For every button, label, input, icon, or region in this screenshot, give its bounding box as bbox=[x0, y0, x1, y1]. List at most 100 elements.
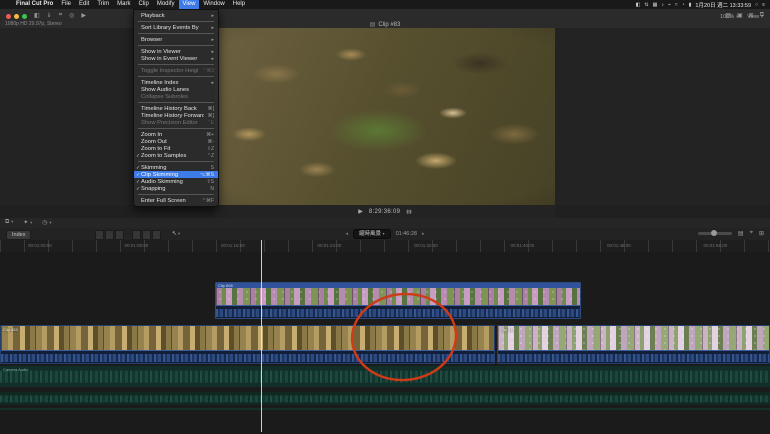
menu-item-show-audio-lanes[interactable]: Show Audio Lanes bbox=[134, 86, 218, 93]
library-toolbar: ◧ ⇓ ⌗ ◎ ▶ bbox=[34, 12, 86, 19]
menu-item-zoom-to-fit[interactable]: Zoom to Fit ⇧Z bbox=[134, 145, 218, 152]
menu-item-show-in-event-viewer[interactable]: Show in Event Viewer ▸ bbox=[134, 55, 218, 62]
ruler-label: 00:01:48:00 bbox=[607, 243, 631, 248]
clip-name-label: Clip 512 bbox=[500, 327, 515, 332]
effects-wand-icon[interactable]: ✦▼ bbox=[23, 219, 33, 226]
viewer-zoom-dropdown[interactable]: 100%▼ bbox=[720, 14, 739, 20]
previous-project-icon[interactable]: ◂ bbox=[345, 231, 348, 237]
playhead[interactable] bbox=[261, 240, 262, 432]
menubar-item-help[interactable]: Help bbox=[229, 0, 249, 9]
sync-icon[interactable]: ⇅ bbox=[644, 2, 648, 8]
menu-item-snapping[interactable]: ✓ Snapping N bbox=[134, 185, 218, 192]
menu-item-playback[interactable]: Playback ▸ bbox=[134, 12, 218, 19]
background-tasks-icon[interactable]: ◎ bbox=[69, 12, 74, 19]
notification-center-icon[interactable]: ≡ bbox=[762, 2, 765, 8]
view-menu: Playback ▸ Sort Library Events By ▸ Browser ▸… bbox=[133, 9, 219, 207]
menu-item-enter-full-screen[interactable]: Enter Full Screen ⌃⌘F bbox=[134, 197, 218, 204]
viewer-title: ▤ Clip #83 bbox=[369, 22, 401, 28]
time-machine-icon[interactable]: ◔ bbox=[682, 2, 685, 8]
menu-item-timeline-history-back[interactable]: Timeline History Back ⌘[ bbox=[134, 105, 218, 112]
battery-icon[interactable]: ▮ bbox=[689, 2, 692, 8]
import-media-icon[interactable]: ⇓ bbox=[47, 12, 52, 19]
timeline-zoom-slider[interactable] bbox=[697, 230, 732, 236]
ruler-label: 00:01:32:00 bbox=[414, 243, 438, 248]
filmstrip-blossoms bbox=[498, 326, 769, 350]
menubar-item-window[interactable]: Window bbox=[199, 0, 228, 9]
share-icon[interactable]: ▶ bbox=[81, 12, 86, 19]
ruler-label: 00:01:00:00 bbox=[28, 243, 52, 248]
ruler-label: 00:01:40:00 bbox=[510, 243, 535, 248]
minimize-window-button[interactable] bbox=[14, 14, 19, 19]
play-button[interactable]: ▶ bbox=[358, 208, 363, 215]
viewer-video[interactable] bbox=[215, 28, 555, 205]
next-project-icon[interactable]: ▸ bbox=[422, 231, 425, 237]
menu-item-browser[interactable]: Browser ▸ bbox=[134, 36, 218, 43]
project-name-dropdown[interactable]: 縮時風景 ▾ bbox=[353, 229, 391, 239]
menu-separator bbox=[138, 64, 214, 65]
menu-separator bbox=[138, 161, 214, 162]
chevron-down-icon: ▼ bbox=[760, 14, 764, 19]
menubar-clock[interactable]: 1月20日 週二 13:33:59 bbox=[695, 1, 751, 9]
clip-appearance-icon[interactable]: ▤ bbox=[738, 230, 744, 237]
sidebar-toggle-icon[interactable]: ◧ bbox=[34, 12, 40, 19]
menu-bar: Final Cut Pro File Edit Trim Mark Clip Modify V… bbox=[0, 0, 770, 9]
menubar-items: Final Cut Pro File Edit Trim Mark Clip Modify V… bbox=[12, 0, 249, 9]
keyboard-icon[interactable]: ▦ bbox=[653, 2, 658, 8]
menubar-item-mark[interactable]: Mark bbox=[113, 0, 134, 9]
clip-name-label: Clip 453 bbox=[3, 327, 18, 332]
chevron-down-icon: ▼ bbox=[735, 14, 740, 19]
menubar-item-trim[interactable]: Trim bbox=[93, 0, 113, 9]
menu-item-clip-skimming[interactable]: ✓ Clip Skimming ⌥⌘S bbox=[134, 171, 218, 178]
video-frame-leaves bbox=[215, 28, 555, 205]
menubar-item-modify[interactable]: Modify bbox=[153, 0, 179, 9]
menubar-item-file[interactable]: File bbox=[57, 0, 75, 9]
menu-item-collapse-subroles: Collapse Subroles bbox=[141, 93, 189, 100]
menu-item-zoom-to-samples[interactable]: ✓ Zoom to Samples ⌃Z bbox=[134, 152, 218, 159]
zoom-window-button[interactable] bbox=[22, 14, 27, 19]
chevron-down-icon: ▾ bbox=[382, 231, 385, 236]
window-titlebar: ◧ ⇓ ⌗ ◎ ▶ ▤ Clip #83 ▥ ▣ ⊞ ⧉ bbox=[0, 9, 770, 29]
keyword-editor-icon[interactable]: ⌗ bbox=[59, 12, 62, 19]
ruler-label: 00:01:08:00 bbox=[124, 243, 149, 248]
menu-separator bbox=[138, 33, 214, 34]
primary-clip-blossoms[interactable]: Clip 512 bbox=[497, 325, 770, 364]
transport-aux-icons: ▮▮ bbox=[406, 209, 412, 215]
menubar-item-edit[interactable]: Edit bbox=[75, 0, 93, 9]
audio-lane-thin bbox=[0, 408, 770, 410]
menubar-item-final-cut-pro[interactable]: Final Cut Pro bbox=[12, 0, 57, 9]
menu-separator bbox=[138, 102, 214, 103]
display-icon[interactable]: ◧ bbox=[636, 2, 641, 8]
retime-icon[interactable]: ◷▼ bbox=[42, 219, 52, 226]
wifi-icon[interactable]: ≈ bbox=[675, 2, 678, 8]
snapping-toggle-icon[interactable]: ⊞ bbox=[759, 230, 764, 237]
ruler-label: 00:01:16:00 bbox=[221, 243, 245, 248]
menu-separator bbox=[138, 194, 214, 195]
close-window-button[interactable] bbox=[6, 14, 11, 19]
project-header: ◂ 縮時風景 ▾ 01:46:28 ▸ bbox=[0, 229, 770, 239]
airplay-icon[interactable]: ⌁ bbox=[668, 2, 671, 8]
menu-item-zoom-in[interactable]: Zoom In ⌘+ bbox=[134, 131, 218, 138]
menu-item-audio-skimming[interactable]: ✓ Audio Skimming ⇧S bbox=[134, 178, 218, 185]
audio-lane-2[interactable] bbox=[0, 392, 770, 405]
menu-item-zoom-out[interactable]: Zoom Out ⌘- bbox=[134, 138, 218, 145]
skimming-toggle-icon[interactable]: ⌖ bbox=[750, 230, 753, 237]
audio-lane-name: Camera Audio bbox=[3, 367, 29, 372]
ruler-label: 00:01:56:00 bbox=[703, 243, 728, 248]
menu-separator bbox=[138, 21, 214, 22]
spotlight-icon[interactable]: ○ bbox=[755, 2, 758, 8]
menu-item-timeline-history-forward[interactable]: Timeline History Forward ⌘] bbox=[134, 112, 218, 119]
menubar-item-clip[interactable]: Clip bbox=[134, 0, 152, 9]
menubar-item-view[interactable]: View bbox=[178, 0, 200, 9]
menubar-status-area: ◧ ⇅ ▦ ♪ ⌁ ≈ ◔ ▮ 1月20日 週二 13:33:59 ○ ≡ bbox=[636, 1, 770, 9]
paste-attributes-icon[interactable]: ⧉▼ bbox=[5, 219, 14, 226]
timeline-toolbar: ⧉▼ ✦▼ ◷▼ bbox=[0, 218, 770, 228]
audio-meters-icon[interactable]: ▮▮ bbox=[406, 209, 412, 215]
volume-icon[interactable]: ♪ bbox=[661, 2, 664, 8]
menu-item-sort-library-events-by[interactable]: Sort Library Events By ▸ bbox=[134, 24, 218, 31]
clip-audio-waveform bbox=[498, 350, 769, 363]
viewer-view-dropdown[interactable]: View▼ bbox=[747, 14, 764, 20]
menu-item-show-in-viewer[interactable]: Show in Viewer ▸ bbox=[134, 48, 218, 55]
menu-item-skimming[interactable]: ✓ Skimming S bbox=[134, 164, 218, 171]
menu-item-timeline-index[interactable]: Timeline Index ▸ bbox=[134, 79, 218, 86]
menu-separator bbox=[138, 128, 214, 129]
